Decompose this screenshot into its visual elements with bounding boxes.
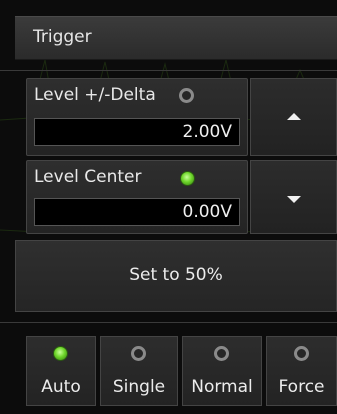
trigger-panel: Trigger Level +/-Delta 2.00V Level Cente…	[0, 0, 337, 414]
level-center-value[interactable]: 0.00V	[34, 198, 240, 226]
mode-single-button[interactable]: Single	[100, 336, 178, 406]
level-down-button[interactable]	[250, 160, 337, 234]
level-up-button[interactable]	[250, 78, 337, 156]
divider	[0, 322, 337, 323]
set-to-50-label: Set to 50%	[129, 265, 223, 285]
mode-auto-button[interactable]: Auto	[26, 336, 96, 406]
level-center-label: Level Center	[34, 167, 142, 187]
level-delta-indicator-icon	[179, 88, 194, 103]
mode-force-indicator-icon	[293, 346, 309, 361]
level-delta-label: Level +/-Delta	[34, 85, 156, 105]
arrow-up-icon	[287, 113, 301, 120]
set-to-50-button[interactable]: Set to 50%	[15, 240, 337, 312]
mode-auto-indicator-icon	[53, 346, 68, 361]
mode-normal-label: Normal	[191, 377, 253, 397]
level-delta-value[interactable]: 2.00V	[34, 118, 240, 146]
arrow-down-icon	[287, 196, 301, 203]
mode-force-button[interactable]: Force	[266, 336, 337, 406]
level-delta-control[interactable]: Level +/-Delta 2.00V	[26, 78, 248, 156]
level-center-indicator-icon	[180, 171, 195, 186]
mode-single-indicator-icon	[131, 346, 146, 361]
mode-normal-button[interactable]: Normal	[182, 336, 262, 406]
panel-title-bar: Trigger	[15, 16, 337, 60]
panel-title: Trigger	[33, 27, 92, 47]
divider	[0, 70, 337, 71]
mode-force-label: Force	[278, 377, 325, 397]
mode-auto-label: Auto	[41, 377, 81, 397]
mode-normal-indicator-icon	[214, 346, 229, 361]
mode-single-label: Single	[112, 377, 166, 397]
level-center-control[interactable]: Level Center 0.00V	[26, 160, 248, 234]
